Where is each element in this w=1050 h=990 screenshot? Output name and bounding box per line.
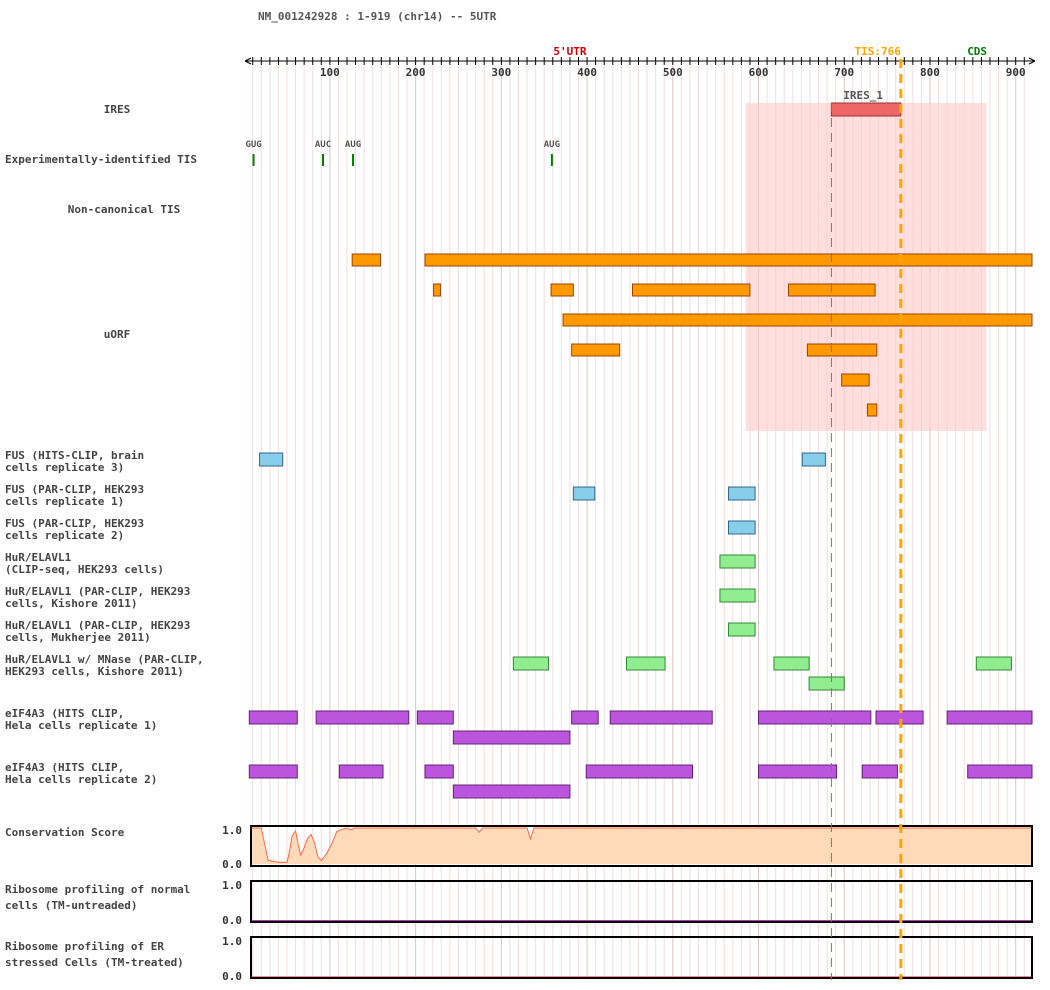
position-axis: 100 200 300 400 500 600 700 800 900 5'UTR TIS:766 C…: [244, 45, 1036, 79]
ribo-normal-frame: [250, 880, 1033, 923]
eif-rep1-bar: [416, 710, 454, 725]
conservation-area: [252, 828, 1032, 864]
axis-tick-label: 500: [663, 66, 683, 79]
eif-rep1-bar: [946, 710, 1033, 725]
eif-rep2-bar: [758, 764, 838, 779]
hur-mnase-bar: [975, 656, 1012, 671]
tis-codon-label: GUG: [245, 140, 261, 150]
track-label-conservation: Conservation Score: [5, 826, 125, 839]
eif-rep1-bar: [315, 710, 410, 725]
track-label-ribo-er: stressed Cells (TM-treated): [5, 956, 184, 969]
score-tracks: 1.0 0.0 1.0 0.0 1.0 0.0: [222, 824, 1033, 983]
eif-rep1-bar: [248, 710, 298, 725]
uorf-bar: [424, 253, 1033, 267]
axis-tick-label: 200: [406, 66, 426, 79]
tis-label: TIS:766: [854, 45, 901, 58]
eif-rep1-bar: [758, 710, 872, 725]
axis-tick-label: 800: [920, 66, 940, 79]
hur-mnase-bar: [512, 656, 549, 671]
ribo-er-ytick: 1.0: [222, 935, 242, 948]
tis-codon-label: AUG: [544, 140, 560, 150]
axis-tick-label: 300: [491, 66, 511, 79]
tis-codon-label: AUG: [345, 140, 361, 150]
uorf-bar: [841, 373, 870, 387]
hur-mnase-bar: [773, 656, 810, 671]
uorf-bar: [806, 343, 878, 357]
track-label-uorf: uORF: [104, 328, 131, 341]
conservation-ytick: 1.0: [222, 824, 242, 837]
eif-rep2-bar: [248, 764, 298, 779]
axis-tick-label: 600: [749, 66, 769, 79]
hur-clip-bar: [719, 554, 756, 569]
track-label-fus-hek2: cells replicate 2): [5, 529, 124, 542]
ribo-normal-ytick: 0.0: [222, 914, 242, 927]
hur-mukherjee-bar: [728, 622, 756, 637]
track-label-eif-rep2: Hela cells replicate 2): [5, 773, 157, 786]
hur-mnase-bar: [808, 676, 845, 691]
hur-mnase-bar: [625, 656, 666, 671]
chart-root: NM_001242928 : 1-919 (chr14) -- 5UTR 100…: [0, 0, 1050, 990]
hur-kishore-bar: [719, 588, 756, 603]
cds-label: CDS: [967, 45, 987, 58]
eif-rep1-bar: [571, 710, 599, 725]
track-label-hur-mukherjee: cells, Mukherjee 2011): [5, 631, 151, 644]
track-label-experimental-tis: Experimentally-identified TIS: [5, 153, 197, 166]
axis-tick-label: 400: [577, 66, 597, 79]
ribo-normal-ytick: 1.0: [222, 879, 242, 892]
track-label-hur-kishore: cells, Kishore 2011): [5, 597, 137, 610]
fus-hek2-bar: [728, 520, 756, 535]
ribo-er-ytick: 0.0: [222, 970, 242, 983]
uorf-bar: [351, 253, 381, 267]
uorf-bar: [562, 313, 1033, 327]
axis-tick-label: 700: [834, 66, 854, 79]
fus-brain-bar: [259, 452, 284, 467]
eif-rep2-bar: [338, 764, 384, 779]
uorf-bar: [631, 283, 751, 297]
utr-label: 5'UTR: [553, 45, 586, 58]
track-label-noncanonical-tis: Non-canonical TIS: [68, 203, 181, 216]
conservation-ytick: 0.0: [222, 858, 242, 871]
eif-rep2-bar: [424, 764, 454, 779]
track-label-ribo-er: Ribosome profiling of ER: [5, 940, 164, 953]
track-label-ribo-normal: cells (TM-untreaded): [5, 899, 137, 912]
genome-track-chart: 100 200 300 400 500 600 700 800 900 5'UTR TIS:766 C…: [5, 45, 1036, 983]
fus-hek1-bar: [728, 486, 756, 501]
uorf-bar: [571, 343, 621, 357]
track-label-eif-rep1: Hela cells replicate 1): [5, 719, 157, 732]
eif-rep1-bar: [452, 730, 571, 745]
track-label-hur-mnase: HEK293 cells, Kishore 2011): [5, 665, 184, 678]
ribo-er-frame: [250, 936, 1033, 979]
ires-bar: [830, 102, 902, 117]
track-label-ribo-normal: Ribosome profiling of normal: [5, 883, 190, 896]
tis-codon-label: AUC: [315, 140, 331, 150]
track-label-fus-hek1: cells replicate 1): [5, 495, 124, 508]
track-label-ires: IRES: [104, 103, 131, 116]
eif-rep2-bar: [452, 784, 571, 799]
fus-hek1-bar: [572, 486, 596, 501]
uorf-bar: [550, 283, 574, 297]
axis-tick-label: 900: [1006, 66, 1026, 79]
axis-tick-label: 100: [320, 66, 340, 79]
eif-rep1-bar: [609, 710, 713, 725]
fus-brain-bar: [801, 452, 826, 467]
uorf-bar: [866, 403, 878, 417]
eif-rep2-bar: [861, 764, 898, 779]
ires-bar-label: IRES_1: [843, 89, 883, 102]
eif-rep2-bar: [585, 764, 694, 779]
uorf-bar: [433, 283, 441, 297]
track-label-fus-brain: cells replicate 3): [5, 461, 124, 474]
track-label-hur-clip: (CLIP-seq, HEK293 cells): [5, 563, 164, 576]
track-labels: IRES Experimentally-identified TIS Non-can…: [5, 103, 204, 969]
eif-rep2-bar: [967, 764, 1033, 779]
